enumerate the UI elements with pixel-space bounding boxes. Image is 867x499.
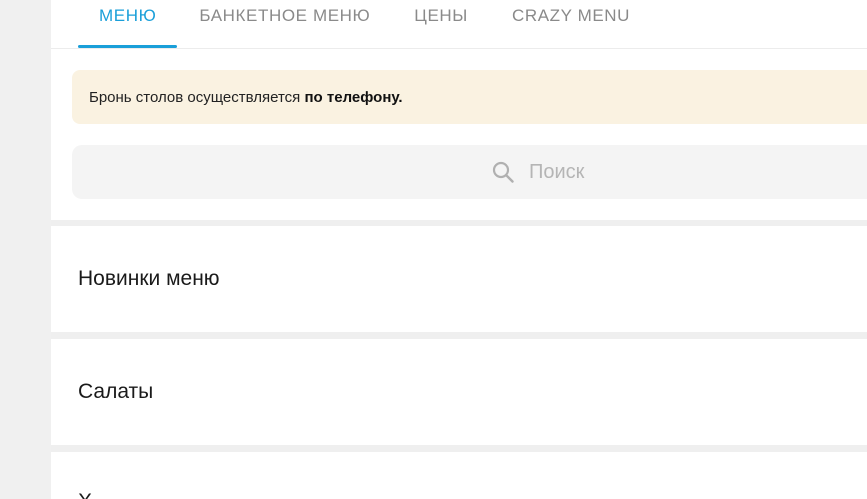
section-new-items[interactable]: Новинки меню [51, 226, 867, 332]
tabs-divider [51, 48, 867, 49]
booking-notice-text: Бронь столов осуществляется [89, 89, 305, 106]
tab-banquet-menu-label: БАНКЕТНОЕ МЕНЮ [199, 6, 371, 25]
section-title: Новинки меню [78, 267, 220, 290]
section-title: Салаты [78, 380, 154, 403]
tab-menu-label: МЕНЮ [99, 6, 157, 25]
booking-notice-bold: по телефону. [304, 89, 403, 106]
menu-tabs: МЕНЮ БАНКЕТНОЕ МЕНЮ ЦЕНЫ CRAZY MENU [78, 0, 652, 48]
search-input[interactable]: Поиск [529, 161, 584, 184]
search-bar[interactable]: Поиск [72, 145, 867, 199]
search-icon [492, 161, 514, 183]
tab-crazy-menu[interactable]: CRAZY MENU [490, 0, 652, 48]
menu-page: МЕНЮ БАНКЕТНОЕ МЕНЮ ЦЕНЫ CRAZY MENU Брон… [51, 0, 867, 499]
menu-header: МЕНЮ БАНКЕТНОЕ МЕНЮ ЦЕНЫ CRAZY MENU Брон… [51, 0, 867, 220]
tab-menu[interactable]: МЕНЮ [78, 0, 178, 48]
tab-prices[interactable]: ЦЕНЫ [392, 0, 490, 48]
booking-notice: Бронь столов осуществляется по телефону. [72, 70, 867, 124]
section-partial[interactable]: Х [51, 452, 867, 499]
tab-crazy-menu-label: CRAZY MENU [511, 6, 631, 25]
tab-banquet-menu[interactable]: БАНКЕТНОЕ МЕНЮ [177, 0, 392, 48]
section-title: Х [78, 490, 92, 499]
search-inner: Поиск [491, 145, 584, 199]
tab-prices-label: ЦЕНЫ [414, 6, 468, 25]
section-salads[interactable]: Салаты [51, 339, 867, 445]
